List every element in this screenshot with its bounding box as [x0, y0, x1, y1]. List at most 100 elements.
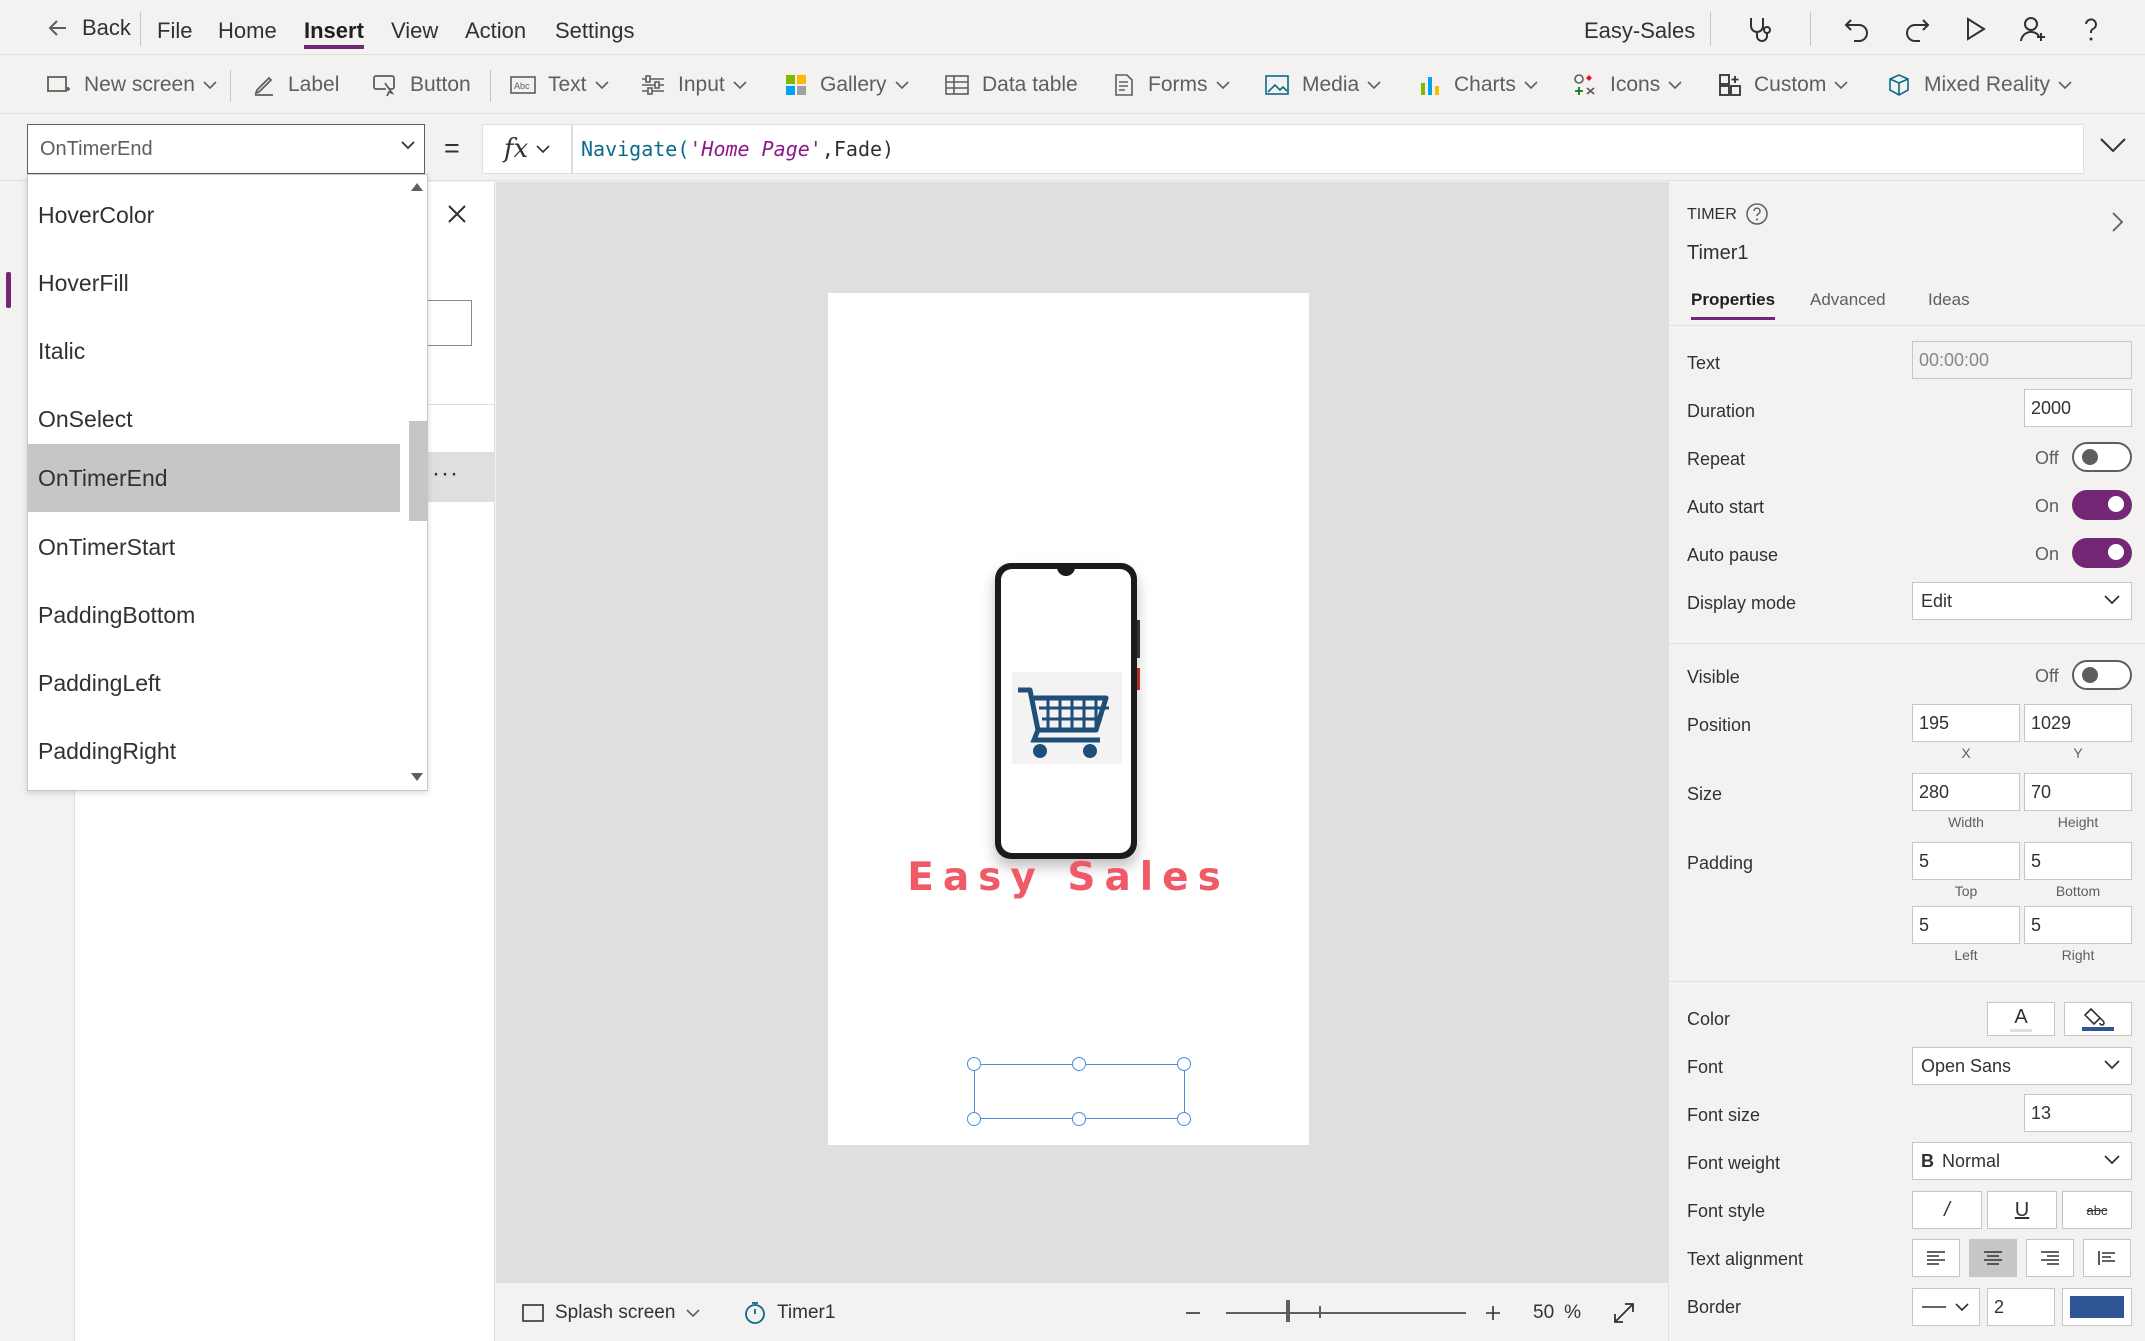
resize-handle[interactable] — [967, 1112, 981, 1126]
autopause-toggle[interactable] — [2072, 538, 2132, 568]
insert-mixed-reality-menu[interactable]: Mixed Reality — [1886, 68, 2072, 102]
insert-forms-menu[interactable]: Forms — [1112, 68, 1230, 102]
more-options-icon[interactable]: ··· — [432, 460, 459, 488]
redo-icon[interactable] — [1898, 10, 1936, 48]
menu-home[interactable]: Home — [218, 0, 277, 55]
dropdown-scrollbar[interactable] — [403, 175, 427, 790]
tab-properties[interactable]: Properties — [1691, 290, 1776, 320]
menu-action[interactable]: Action — [465, 0, 526, 55]
chevron-down-icon — [686, 1308, 700, 1317]
insert-button-button[interactable]: Button — [372, 68, 471, 102]
text-property-input[interactable]: 00:00:00 — [1912, 341, 2132, 379]
repeat-toggle[interactable] — [2072, 442, 2132, 472]
menu-insert[interactable]: Insert — [304, 0, 364, 55]
zoom-slider-track[interactable] — [1226, 1312, 1466, 1314]
fontweight-select[interactable]: B Normal — [1912, 1142, 2132, 1180]
insert-gallery-menu[interactable]: Gallery — [784, 68, 909, 102]
zoom-in-button[interactable] — [1484, 1283, 1502, 1341]
align-center-button[interactable] — [1969, 1239, 2017, 1277]
control-name-title[interactable]: Timer1 — [1687, 242, 1748, 265]
property-option[interactable]: OnTimerStart — [28, 513, 400, 581]
insert-input-menu[interactable]: Input — [640, 68, 747, 102]
expand-formula-chevron-icon[interactable] — [2098, 133, 2128, 157]
rail-active-indicator — [6, 272, 11, 308]
help-circle-icon[interactable] — [1745, 202, 1769, 226]
fit-to-window-button[interactable] — [1612, 1283, 1636, 1341]
property-option[interactable]: PaddingLeft — [28, 649, 400, 717]
menu-view[interactable]: View — [391, 0, 438, 55]
help-icon[interactable] — [2072, 10, 2110, 48]
scroll-up-arrow-icon[interactable] — [411, 183, 423, 191]
property-selector[interactable]: OnTimerEnd — [27, 124, 425, 174]
insert-custom-menu[interactable]: Custom — [1718, 68, 1848, 102]
position-y-input[interactable]: 1029 — [2024, 704, 2132, 742]
zoom-slider-thumb[interactable] — [1286, 1300, 1290, 1322]
chevron-down-icon — [1524, 81, 1538, 90]
border-width-input[interactable]: 2 — [1987, 1288, 2055, 1326]
section-divider — [1669, 643, 2145, 644]
resize-handle[interactable] — [1177, 1057, 1191, 1071]
property-option[interactable]: Italic — [28, 317, 400, 385]
new-screen-button[interactable]: New screen — [46, 68, 217, 102]
border-color-button[interactable] — [2062, 1288, 2132, 1326]
insert-label-button[interactable]: Label — [252, 68, 339, 102]
property-option[interactable]: HoverFill — [28, 249, 400, 317]
padding-right-input[interactable]: 5 — [2024, 906, 2132, 944]
menu-file[interactable]: File — [157, 0, 192, 55]
property-option[interactable]: OnSelect — [28, 385, 400, 453]
close-icon[interactable] — [445, 202, 469, 226]
property-option[interactable]: HoverColor — [28, 181, 400, 249]
control-breadcrumb[interactable]: Timer1 — [743, 1283, 835, 1341]
align-left-button[interactable] — [1912, 1239, 1960, 1277]
app-checker-stethoscope-icon[interactable] — [1740, 10, 1778, 48]
padding-top-input[interactable]: 5 — [1912, 842, 2020, 880]
formula-input[interactable]: Navigate('Home Page',Fade) — [572, 124, 2084, 174]
property-option[interactable]: PaddingBottom — [28, 581, 400, 649]
property-option[interactable]: PaddingRight — [28, 717, 400, 785]
undo-icon[interactable] — [1838, 10, 1876, 48]
screen-breadcrumb[interactable]: Splash screen — [521, 1283, 701, 1341]
duration-input[interactable]: 2000 — [2024, 389, 2132, 427]
resize-handle[interactable] — [967, 1057, 981, 1071]
fontsize-input[interactable]: 13 — [2024, 1094, 2132, 1132]
back-button[interactable]: Back — [46, 0, 131, 55]
zoom-out-button[interactable] — [1184, 1283, 1202, 1341]
italic-button[interactable]: / — [1912, 1191, 1982, 1229]
padding-bottom-input[interactable]: 5 — [2024, 842, 2132, 880]
font-select[interactable]: Open Sans — [1912, 1047, 2132, 1085]
fx-button[interactable]: fx — [482, 124, 572, 174]
insert-icons-menu[interactable]: Icons — [1572, 68, 1682, 102]
timer-selection-box[interactable] — [974, 1064, 1185, 1119]
strikethrough-button[interactable]: abc — [2062, 1191, 2132, 1229]
scrollbar-thumb[interactable] — [409, 421, 427, 521]
zoom-value[interactable]: 50 % — [1533, 1283, 1581, 1341]
height-input[interactable]: 70 — [2024, 773, 2132, 811]
tab-ideas[interactable]: Ideas — [1928, 290, 1970, 310]
resize-handle[interactable] — [1072, 1057, 1086, 1071]
displaymode-select[interactable]: Edit — [1912, 582, 2132, 620]
insert-data-table-button[interactable]: Data table — [944, 68, 1078, 102]
border-style-select[interactable] — [1912, 1288, 1980, 1326]
autostart-toggle[interactable] — [2072, 490, 2132, 520]
text-color-button[interactable]: A — [1987, 1002, 2055, 1036]
width-input[interactable]: 280 — [1912, 773, 2020, 811]
collapse-panel-chevron-icon[interactable] — [2109, 210, 2125, 234]
fill-color-button[interactable] — [2064, 1002, 2132, 1036]
insert-media-menu[interactable]: Media — [1264, 68, 1381, 102]
resize-handle[interactable] — [1072, 1112, 1086, 1126]
resize-handle[interactable] — [1177, 1112, 1191, 1126]
align-justify-button[interactable] — [2083, 1239, 2131, 1277]
position-x-input[interactable]: 195 — [1912, 704, 2020, 742]
align-right-button[interactable] — [2026, 1239, 2074, 1277]
play-preview-icon[interactable] — [1956, 10, 1994, 48]
visible-toggle[interactable] — [2072, 660, 2132, 690]
tab-advanced[interactable]: Advanced — [1810, 290, 1886, 310]
scroll-down-arrow-icon[interactable] — [411, 773, 423, 781]
padding-left-input[interactable]: 5 — [1912, 906, 2020, 944]
property-option-selected[interactable]: OnTimerEnd — [28, 444, 400, 512]
insert-text-menu[interactable]: Abc Text — [510, 68, 609, 102]
insert-charts-menu[interactable]: Charts — [1418, 68, 1538, 102]
underline-button[interactable]: U — [1987, 1191, 2057, 1229]
menu-settings[interactable]: Settings — [555, 0, 635, 55]
share-user-icon[interactable] — [2014, 10, 2052, 48]
